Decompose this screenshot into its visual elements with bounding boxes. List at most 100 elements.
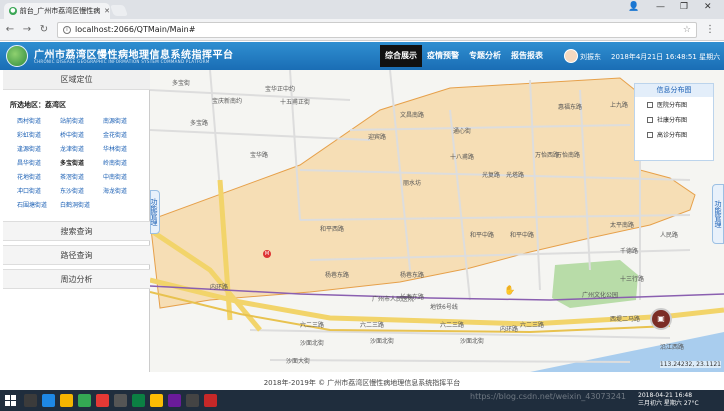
street-link[interactable]: 花地街道 [17,172,59,181]
map-road-label: 多宝街 [172,80,191,87]
clock-date: 三月初六 星期六 27°C [638,400,699,407]
ie-icon[interactable] [42,394,55,407]
map-road-label: 杨巷东路 [325,272,350,279]
datetime: 2018年4月21日 16:48:51 星期六 [611,53,721,61]
app-icon[interactable] [204,394,217,407]
tab-title: 前台_广州市荔湾区慢性病 [19,7,101,15]
street-link[interactable]: 冲口街道 [17,186,59,195]
street-link[interactable]: 东沙街道 [60,186,102,195]
reload-icon[interactable]: ↻ [37,24,51,35]
street-link[interactable]: 彩虹街道 [17,130,59,139]
app-subtitle: CHRONIC DISEASE GEOGRAPHIC INFORMATION S… [34,59,210,64]
chrome-icon[interactable] [78,394,91,407]
map-road-label: 六二三路 [360,322,385,329]
map-road-label: 六二三路 [520,322,545,329]
map-road-label: 沙面大街 [286,358,311,365]
nav-item-warning[interactable]: 疫情预警 [422,45,464,67]
avatar[interactable] [564,49,578,63]
street-link[interactable]: 金花街道 [103,130,145,139]
function-manage-tab-left[interactable]: 功能管理 [150,190,160,234]
search-icon[interactable] [24,394,37,407]
map-road-label: 丽水坊 [403,180,422,187]
street-link[interactable]: 南源街道 [103,116,145,125]
nav-item-reports[interactable]: 报告报表 [506,45,548,67]
map-road-label: 十三行路 [620,276,645,283]
user-icon[interactable]: 👤 [628,2,639,12]
windows-start-icon[interactable] [5,395,16,406]
street-link[interactable]: 桥中街道 [60,130,102,139]
map-road-label: 地铁6号线 [430,304,458,311]
street-link[interactable]: 中南街道 [103,172,145,181]
map-road-label: 光塔路 [506,172,525,179]
street-link[interactable]: 多宝街道 [60,158,102,167]
clock-time: 2018-04-21 16:48 [638,392,693,399]
bookmark-star-icon[interactable]: ☆ [683,25,691,35]
street-link[interactable]: 华林街道 [103,144,145,153]
close-tab-icon[interactable]: ✕ [104,7,110,15]
layer-label: 社康分布图 [657,117,688,124]
maximize-icon[interactable]: ❐ [680,2,688,12]
back-icon[interactable]: ← [3,24,17,35]
app-icon[interactable] [114,394,127,407]
checkbox[interactable] [647,131,653,138]
map-road-label: 和平中路 [470,232,495,239]
street-link[interactable]: 岭南街道 [103,158,145,167]
checkbox[interactable] [647,116,653,123]
metro-station-icon[interactable]: M [263,250,271,258]
coordinate-readout: 113.24232, 23.1121 [659,361,721,368]
street-link[interactable]: 逢源街道 [17,144,59,153]
street-link[interactable]: 海龙街道 [103,186,145,195]
info-icon[interactable]: i [63,25,71,34]
browser-tab[interactable]: ● 前台_广州市荔湾区慢性病 ✕ [4,3,110,19]
layer-clinic[interactable]: 高诊分布图 [635,127,713,142]
favicon-icon: ● [9,7,17,15]
map-road-label: 迎宾路 [368,134,387,141]
forward-icon[interactable]: → [20,24,34,35]
new-tab-button[interactable] [109,5,129,16]
map-road-label: 宝庆新南约 [212,98,243,105]
street-link[interactable]: 西村街道 [17,116,59,125]
map-road-label: 人民路 [660,232,679,239]
hand-cursor-icon: ✋ [504,286,516,296]
street-link[interactable]: 昌华街道 [17,158,59,167]
visual-studio-icon[interactable] [168,394,181,407]
app-icon[interactable] [150,394,163,407]
map-road-label: 千德路 [620,248,639,255]
street-link[interactable]: 龙津街道 [60,144,102,153]
folder-icon[interactable] [60,394,73,407]
taskbar: https://blog.csdn.net/weixin_43073241 20… [0,390,724,411]
street-link[interactable]: 茶滘街道 [60,172,102,181]
left-panel: 区域定位 所选地区：荔湾区 西村街道 站前街道 南源街道 彩虹街道 桥中街道 金花街道 逢源… [3,70,150,372]
street-link[interactable]: 白鹤洞街道 [60,200,102,209]
layer-hospital[interactable]: 医院分布图 [635,97,713,112]
region-panel-title: 区域定位 [3,70,150,90]
url-input[interactable]: i localhost:2066/QTMain/Main# ☆ [57,21,697,38]
map-road-label: 六二三路 [300,322,325,329]
nav-item-overview[interactable]: 综合展示 [380,45,422,67]
region-label: 所选地区： [10,101,45,109]
app-icon[interactable] [96,394,109,407]
search-query-button[interactable]: 搜索查询 [3,221,150,241]
app-icon[interactable] [186,394,199,407]
map-road-label: 内环路 [500,326,519,333]
close-window-icon[interactable]: ✕ [704,2,712,12]
minimize-icon[interactable]: — [656,2,665,12]
map-road-label: 多宝路 [190,120,209,127]
map-road-label: 沿江西路 [660,344,685,351]
menu-icon[interactable]: ⋮ [705,24,715,35]
route-query-button[interactable]: 路径查询 [3,245,150,265]
layer-community[interactable]: 社康分布图 [635,112,713,127]
street-link[interactable]: 站前街道 [60,116,102,125]
checkbox[interactable] [647,101,653,108]
map-road-label: 和平中路 [510,232,535,239]
nearby-analysis-button[interactable]: 周边分析 [3,269,150,289]
toolbox-button[interactable]: ▣ [650,308,672,330]
map-road-label: 光复路 [482,172,501,179]
function-manage-tab-right[interactable]: 功能管理 [712,184,724,244]
app-icon[interactable] [132,394,145,407]
map-road-label: 宝华正中约 [265,86,296,93]
nav-item-analysis[interactable]: 专题分析 [464,45,506,67]
map-road-label: 西堤二马路 [610,316,641,323]
street-link[interactable]: 石围塘街道 [17,200,59,209]
address-bar-row: ← → ↻ i localhost:2066/QTMain/Main# ☆ ⋮ [0,19,724,41]
